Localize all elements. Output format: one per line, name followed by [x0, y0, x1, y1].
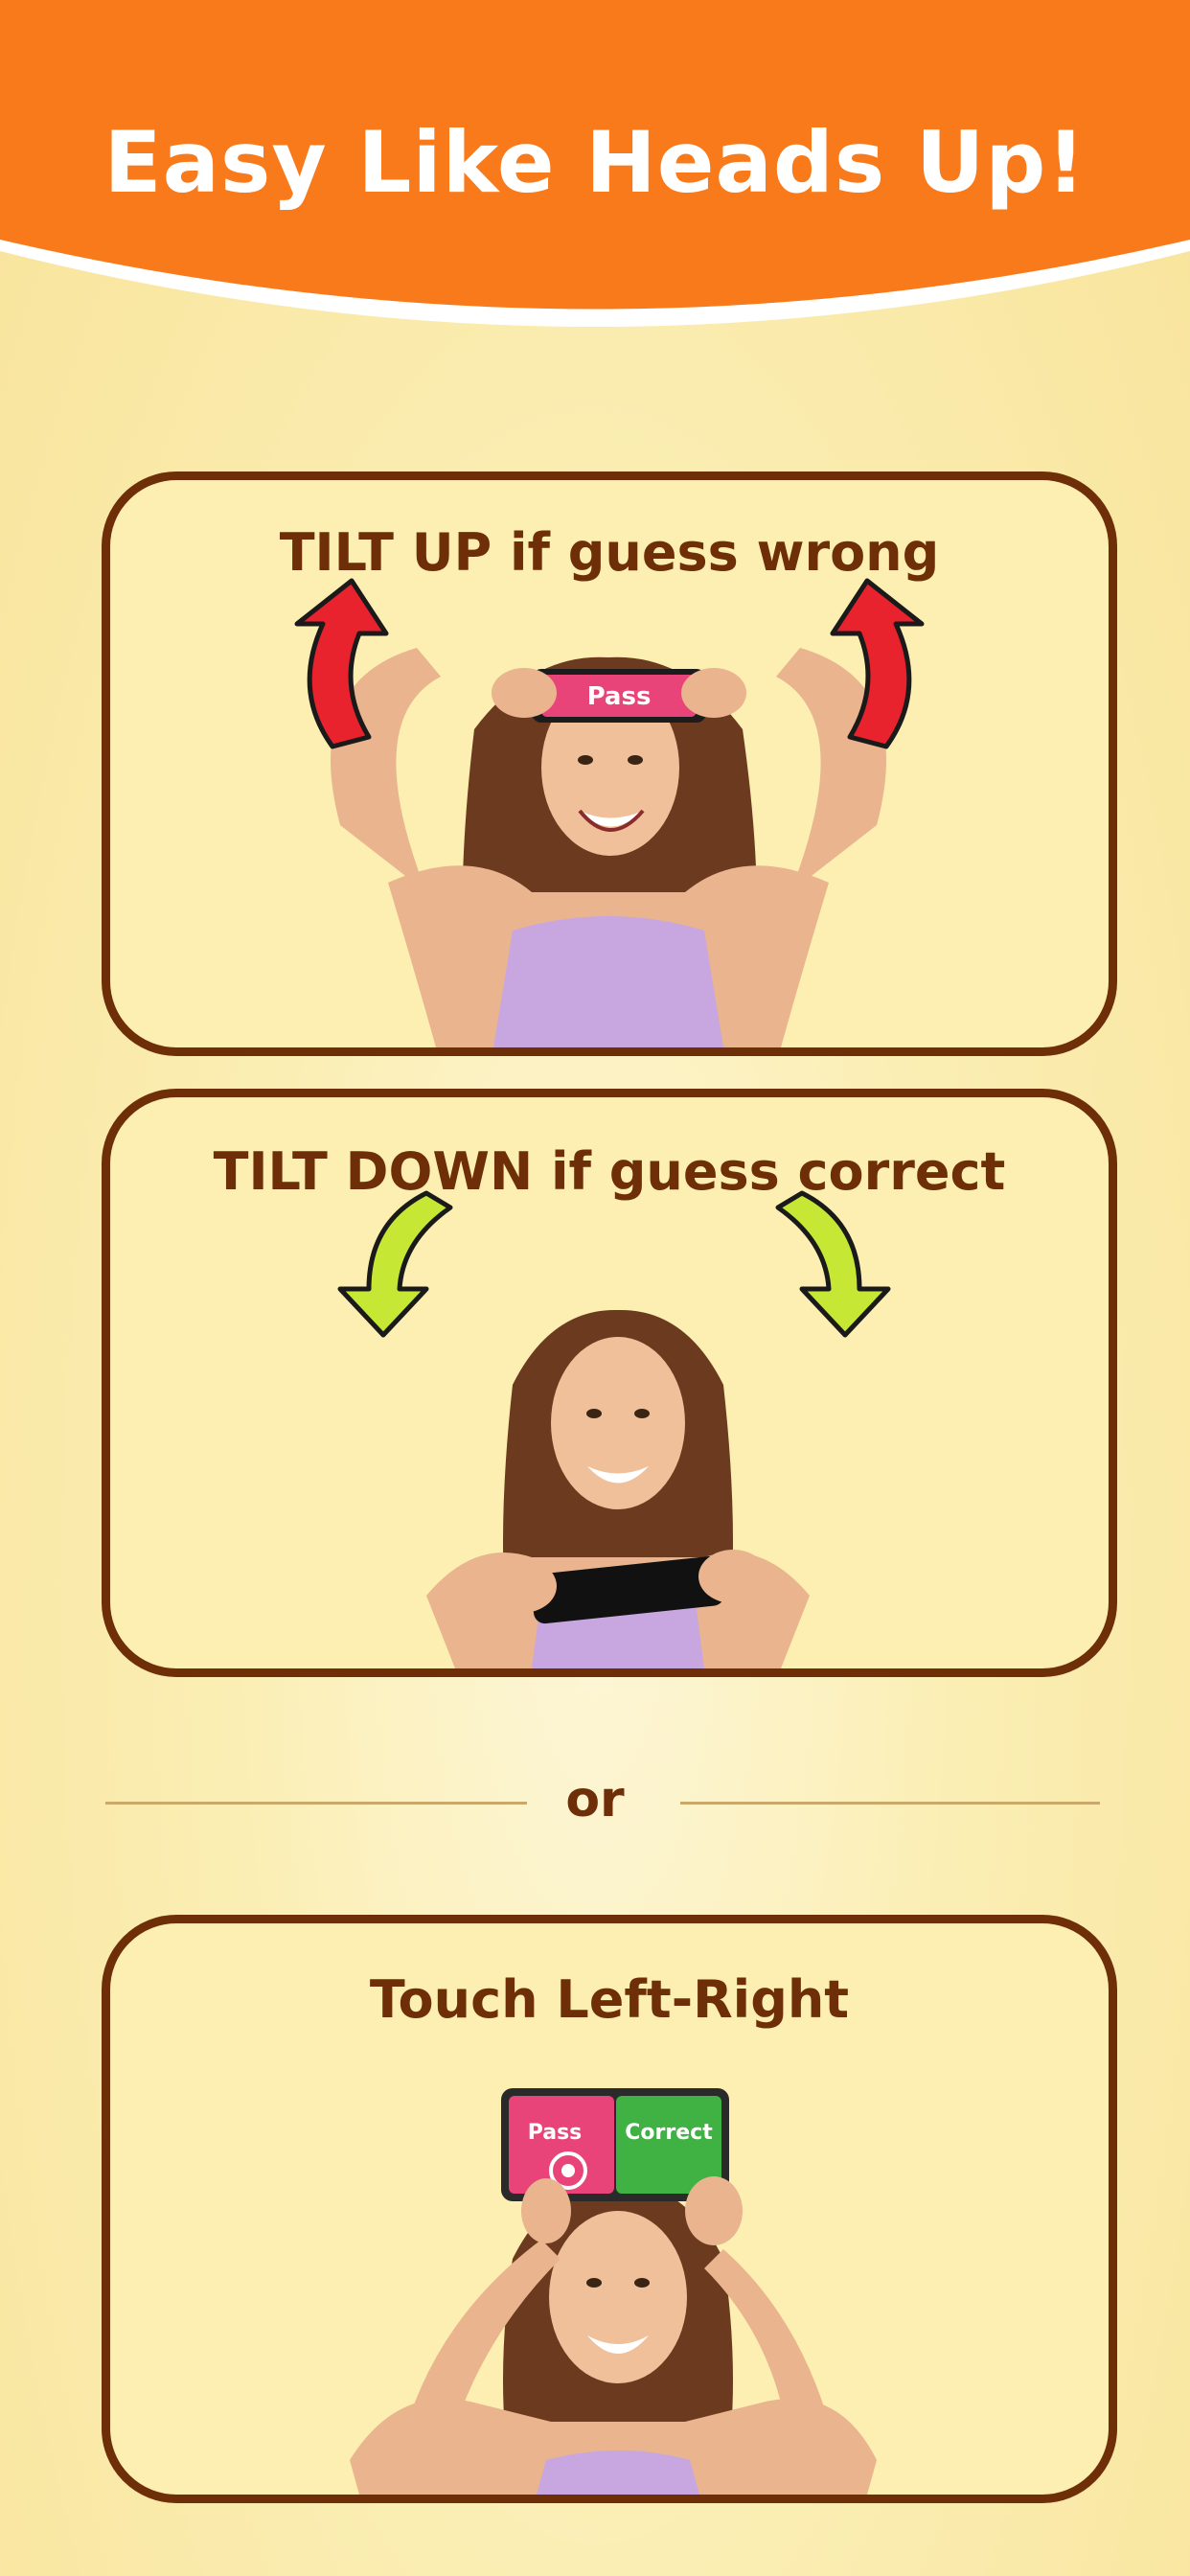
arrow-down-left-icon — [337, 1190, 453, 1338]
page-title: Easy Like Heads Up! — [103, 113, 1087, 212]
pass-zone-label: Pass — [528, 2121, 583, 2145]
tilt-down-illustration — [337, 1190, 891, 1668]
arrow-down-right-icon — [775, 1190, 891, 1338]
divider-right — [680, 1802, 1100, 1805]
tilt-down-card: TILT DOWN if guess correct — [102, 1089, 1117, 1677]
correct-zone-label: Correct — [625, 2121, 713, 2145]
phone-pass-label: Pass — [587, 682, 652, 711]
or-separator: or — [565, 1771, 625, 1828]
tilt-up-card: TILT UP if guess wrong Pass — [102, 472, 1117, 1056]
touch-left-right-illustration: Pass Correct — [350, 2088, 877, 2495]
tilt-up-illustration: Pass — [294, 578, 925, 1047]
divider-left — [105, 1802, 527, 1805]
touch-left-right-card: Touch Left-Right Pass Correct — [102, 1915, 1117, 2503]
header-banner: Easy Like Heads Up! — [0, 0, 1190, 402]
